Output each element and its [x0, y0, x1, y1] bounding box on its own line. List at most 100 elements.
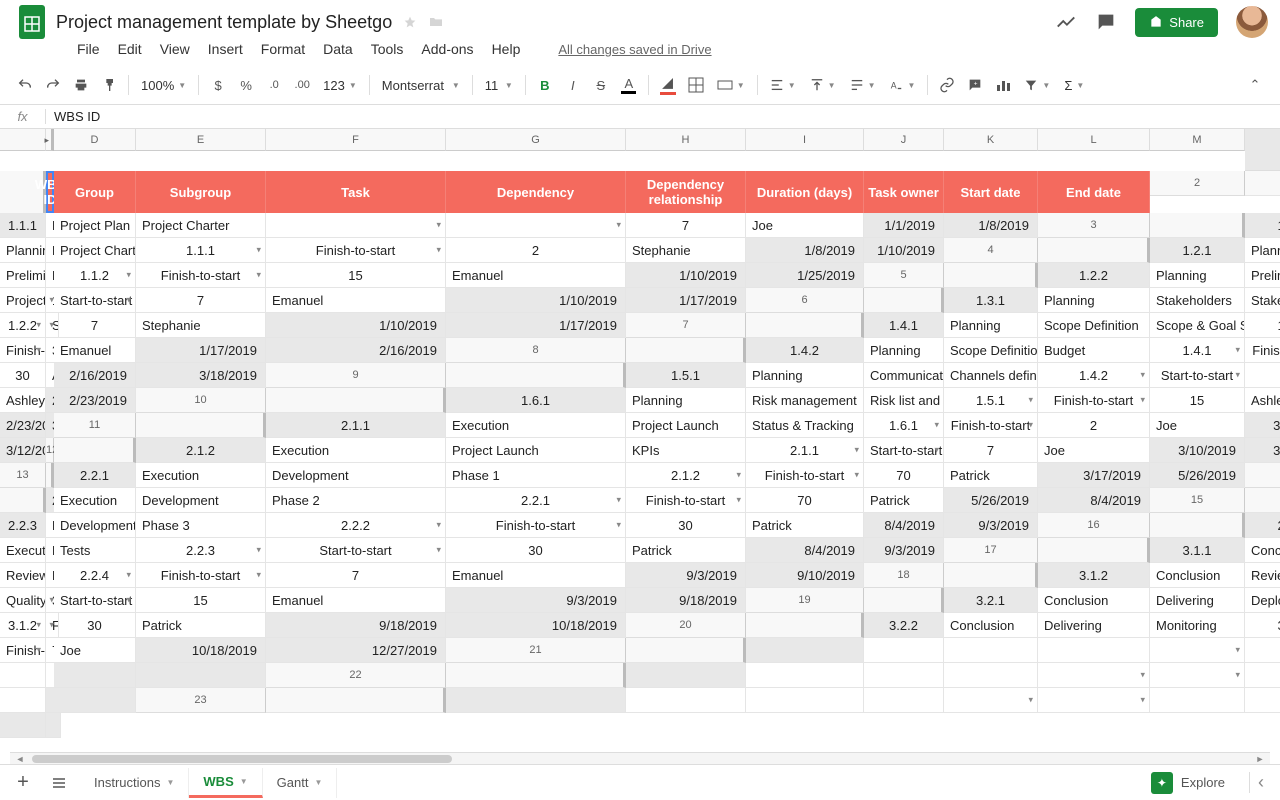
column-header-D[interactable]: D — [54, 129, 136, 151]
formula-input[interactable]: WBS ID — [46, 109, 100, 124]
cell-task[interactable]: Deployment — [1245, 588, 1280, 613]
cell-start[interactable]: 1/1/2019 — [864, 213, 944, 238]
cell-dep[interactable]: 1.3.1 — [1245, 313, 1280, 338]
cell-wbs[interactable]: 2.1.1 — [266, 413, 446, 438]
cell-task[interactable]: Risk list and calculations — [864, 388, 944, 413]
share-button[interactable]: Share — [1135, 8, 1218, 37]
cell-owner[interactable]: Emanuel — [446, 563, 626, 588]
cell-rel[interactable]: Finish-to-start — [1245, 338, 1280, 363]
cell-owner[interactable]: Joe — [54, 638, 136, 663]
row-header-11[interactable]: 11 — [54, 413, 136, 438]
cell-empty[interactable] — [1245, 663, 1280, 688]
document-title[interactable]: Project management template by Sheetgo — [56, 12, 392, 33]
cell-empty[interactable] — [0, 713, 46, 738]
cell-rel[interactable] — [446, 213, 626, 238]
cell-rel[interactable]: Finish-to-start — [626, 488, 746, 513]
cell-dur[interactable]: 30 — [626, 513, 746, 538]
cell-task[interactable]: Phase 1 — [446, 463, 626, 488]
cell-sub[interactable]: Development — [54, 513, 136, 538]
column-header-L[interactable]: L — [1038, 129, 1150, 151]
cell-wbs[interactable]: 1.4.1 — [864, 313, 944, 338]
cell-empty[interactable] — [944, 663, 1038, 688]
redo-button[interactable] — [40, 72, 66, 98]
menu-tools[interactable]: Tools — [364, 38, 411, 60]
cell-group[interactable]: Conclusion — [1245, 538, 1280, 563]
row-header-21[interactable]: 21 — [446, 638, 626, 663]
number-format-select[interactable]: 123▼ — [317, 78, 363, 93]
cell-empty[interactable] — [54, 688, 136, 713]
cell-sub[interactable]: Scope Definition — [944, 338, 1038, 363]
explore-button[interactable]: ✦ Explore — [1141, 768, 1235, 798]
cell-group[interactable]: Execution — [446, 413, 626, 438]
cell-dep[interactable]: 1.1.2 — [54, 263, 136, 288]
horizontal-scrollbar[interactable] — [30, 752, 1250, 764]
table-header-start-date[interactable]: Start date — [944, 171, 1038, 213]
cell-start[interactable]: 1/17/2019 — [136, 338, 266, 363]
scroll-right-button[interactable]: ► — [1250, 752, 1270, 764]
cell-dep[interactable]: 2.1.2 — [626, 463, 746, 488]
cell-start[interactable]: 9/18/2019 — [266, 613, 446, 638]
cell-empty[interactable] — [864, 638, 944, 663]
row-header-15[interactable]: 15 — [1150, 488, 1245, 513]
cell-dur[interactable]: 70 — [864, 463, 944, 488]
cell-group[interactable]: Planning — [864, 338, 944, 363]
cell-empty[interactable] — [0, 688, 46, 713]
cell-group[interactable]: Planning — [0, 238, 46, 263]
cell-dep[interactable]: 2.1.1 — [746, 438, 864, 463]
cell-group[interactable]: Planning — [626, 388, 746, 413]
table-header-dependency-relationship[interactable]: Dependency relationship — [626, 171, 746, 213]
cell-end[interactable]: 5/26/2019 — [1150, 463, 1245, 488]
cell-wbs[interactable]: 2.2.3 — [0, 513, 46, 538]
all-sheets-button[interactable] — [44, 769, 74, 797]
cell-owner[interactable]: Joe — [1038, 438, 1150, 463]
row-header-8[interactable]: 8 — [446, 338, 626, 363]
cell-dur[interactable]: 30 — [446, 538, 626, 563]
cell-owner[interactable]: Patrick — [136, 613, 266, 638]
cell-owner[interactable]: Stephanie — [136, 313, 266, 338]
cell-sub[interactable]: Preliminary Scope Plan — [0, 263, 46, 288]
cell-rel[interactable]: Start-to-start — [864, 438, 944, 463]
cell-dur[interactable]: 7 — [54, 313, 136, 338]
cell-owner[interactable]: Patrick — [746, 513, 864, 538]
cell-rel[interactable]: Finish-to-start — [1038, 388, 1150, 413]
cell-empty[interactable] — [864, 688, 944, 713]
font-select[interactable]: Montserrat▼ — [376, 78, 466, 93]
cell-end[interactable]: 3/12/2019 — [0, 438, 46, 463]
table-header-wbs-id[interactable]: WBS ID — [46, 171, 54, 213]
cell-empty[interactable] — [1150, 638, 1245, 663]
cell-wbs[interactable]: 3.1.1 — [1150, 538, 1245, 563]
cell-empty[interactable] — [746, 663, 864, 688]
cell-dep[interactable]: 1.1.1 — [136, 238, 266, 263]
table-header-dependency[interactable]: Dependency — [446, 171, 626, 213]
cell-empty[interactable] — [1038, 688, 1150, 713]
cell-sub[interactable]: Communication Plan — [864, 363, 944, 388]
row-header-16[interactable]: 16 — [1038, 513, 1150, 538]
cell-task[interactable]: Budget — [1038, 338, 1150, 363]
spreadsheet-grid[interactable]: DEFGHIJKLM1WBS IDGroupSubgroupTaskDepend… — [0, 129, 1280, 738]
cell-rel[interactable]: Start-to-start — [46, 313, 59, 338]
cell-rel[interactable]: Finish-to-start — [136, 263, 266, 288]
row-header-10[interactable]: 10 — [136, 388, 266, 413]
row-header-19[interactable]: 19 — [746, 588, 864, 613]
cell-wbs[interactable]: 2.1.2 — [136, 438, 266, 463]
cell-group[interactable]: Execution — [0, 538, 46, 563]
row-header-22[interactable]: 22 — [266, 663, 446, 688]
sheet-tab-instructions[interactable]: Instructions▼ — [80, 768, 189, 798]
cell-group[interactable]: Planning — [1038, 288, 1150, 313]
cell-wbs[interactable]: 1.2.1 — [1150, 238, 1245, 263]
currency-button[interactable]: $ — [205, 72, 231, 98]
cell-sub[interactable]: Delivering — [1038, 613, 1150, 638]
cell-empty[interactable] — [746, 688, 864, 713]
column-header-K[interactable]: K — [944, 129, 1038, 151]
cell-wbs[interactable]: 3.1.2 — [1038, 563, 1150, 588]
cell-dep[interactable]: 3.2.1 — [1245, 613, 1280, 638]
cell-start[interactable]: 1/8/2019 — [746, 238, 864, 263]
cell-sub[interactable]: Project Launch — [446, 438, 626, 463]
cell-dur[interactable]: 7 — [266, 563, 446, 588]
cell-end[interactable]: 2/16/2019 — [266, 338, 446, 363]
bold-button[interactable]: B — [532, 72, 558, 98]
cell-start[interactable]: 3/10/2019 — [1150, 438, 1245, 463]
cell-start[interactable]: 2/16/2019 — [54, 363, 136, 388]
collapse-toolbar-button[interactable]: ⌃ — [1242, 72, 1268, 98]
table-header-task-owner[interactable]: Task owner — [864, 171, 944, 213]
